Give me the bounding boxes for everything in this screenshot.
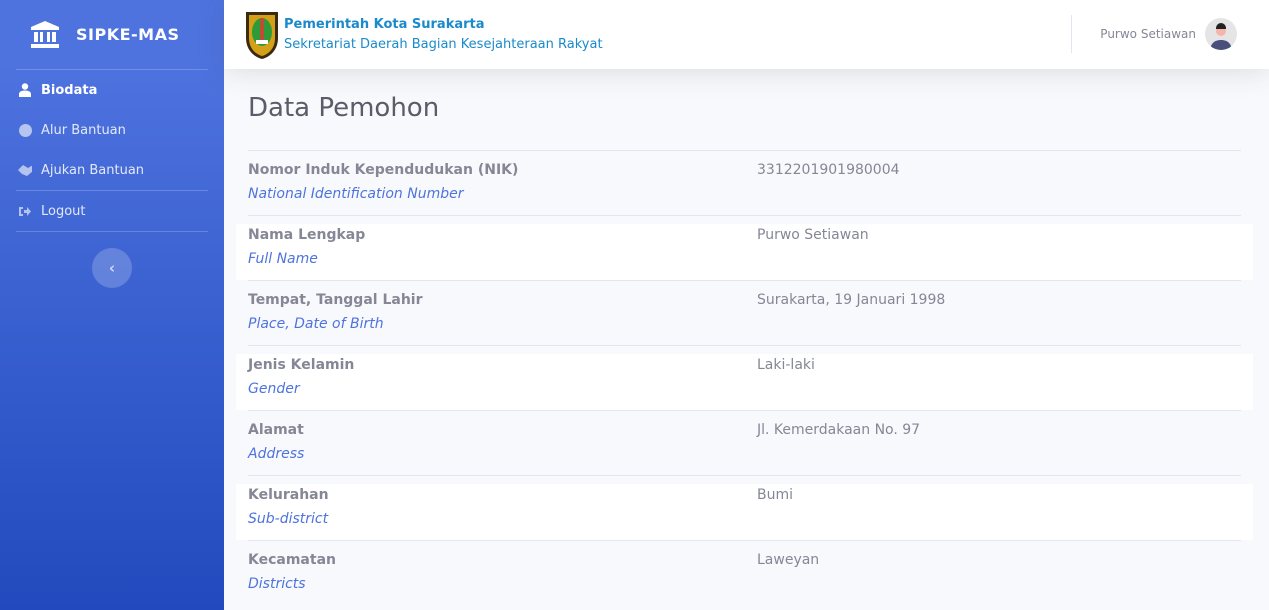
org-subtitle: Sekretariat Daerah Bagian Kesejahteraan … (284, 37, 603, 52)
sign-out-icon (18, 204, 32, 218)
sidebar-item-ajukan-bantuan[interactable]: Ajukan Bantuan (0, 150, 224, 190)
field-translation: Gender (248, 381, 300, 397)
flow-icon (18, 123, 32, 137)
surakarta-emblem-logo (246, 11, 278, 59)
field-label: Kelurahan (248, 487, 329, 503)
field-value: Surakarta, 19 Januari 1998 (757, 292, 946, 308)
field-label: Kecamatan (248, 552, 336, 568)
user-menu[interactable]: Purwo Setiawan (1071, 15, 1237, 53)
field-value: Laki-laki (757, 357, 815, 373)
field-label: Jenis Kelamin (248, 357, 355, 373)
field-translation: Place, Date of Birth (248, 316, 384, 332)
field-value: 3312201901980004 (757, 162, 900, 178)
sidebar-toggle-button[interactable]: ‹ (92, 248, 132, 288)
topbar: Pemerintah Kota Surakarta Sekretariat Da… (224, 0, 1269, 69)
field-label: Nomor Induk Kependudukan (NIK) (248, 162, 519, 178)
table-row: Kelurahan Sub-district Bumi (236, 475, 1253, 540)
field-translation: Full Name (248, 251, 318, 267)
field-value: Laweyan (757, 552, 820, 568)
sidebar-item-label: Logout (41, 203, 86, 219)
brand-name: SIPKE-MAS (76, 25, 180, 44)
field-value: Purwo Setiawan (757, 227, 869, 243)
table-row: Jenis Kelamin Gender Laki-laki (236, 345, 1253, 410)
user-tie-icon (18, 83, 32, 97)
table-row: Kecamatan Districts Laweyan (248, 540, 1241, 605)
table-row: Nama Lengkap Full Name Purwo Setiawan (236, 215, 1253, 280)
sidebar-item-label: Biodata (41, 82, 98, 98)
handshake-icon (18, 163, 32, 177)
table-row: Alamat Address Jl. Kemerdakaan No. 97 (248, 410, 1241, 475)
chevron-left-icon: ‹ (108, 259, 116, 277)
field-label: Nama Lengkap (248, 227, 366, 243)
user-name: Purwo Setiawan (1100, 27, 1196, 41)
sidebar-item-label: Alur Bantuan (41, 122, 126, 138)
sidebar: SIPKE-MAS Biodata Alur Bantuan Ajukan Ba… (0, 0, 224, 610)
sidebar-item-label: Ajukan Bantuan (41, 162, 145, 178)
sidebar-item-alur-bantuan[interactable]: Alur Bantuan (0, 110, 224, 150)
field-translation: National Identification Number (248, 186, 464, 202)
table-row: Tempat, Tanggal Lahir Place, Date of Birt… (248, 280, 1241, 345)
field-translation: Sub-district (248, 511, 329, 527)
org-title: Pemerintah Kota Surakarta (284, 17, 485, 32)
sidebar-item-biodata[interactable]: Biodata (0, 70, 224, 110)
brand-link[interactable]: SIPKE-MAS (0, 0, 224, 69)
field-value: Jl. Kemerdakaan No. 97 (757, 422, 921, 438)
page-title: Data Pemohon (248, 93, 440, 123)
field-label: Alamat (248, 422, 304, 438)
table-row: Nomor Induk Kependudukan (NIK) National I… (248, 150, 1241, 215)
landmark-icon (31, 20, 59, 48)
main-content: Data Pemohon Nomor Induk Kependudukan (N… (236, 69, 1253, 605)
avatar (1205, 18, 1237, 50)
field-translation: Districts (248, 576, 306, 592)
field-label: Tempat, Tanggal Lahir (248, 292, 423, 308)
sidebar-item-logout[interactable]: Logout (0, 191, 224, 231)
field-value: Bumi (757, 487, 794, 503)
sidebar-divider (16, 231, 208, 232)
field-translation: Address (248, 446, 305, 462)
